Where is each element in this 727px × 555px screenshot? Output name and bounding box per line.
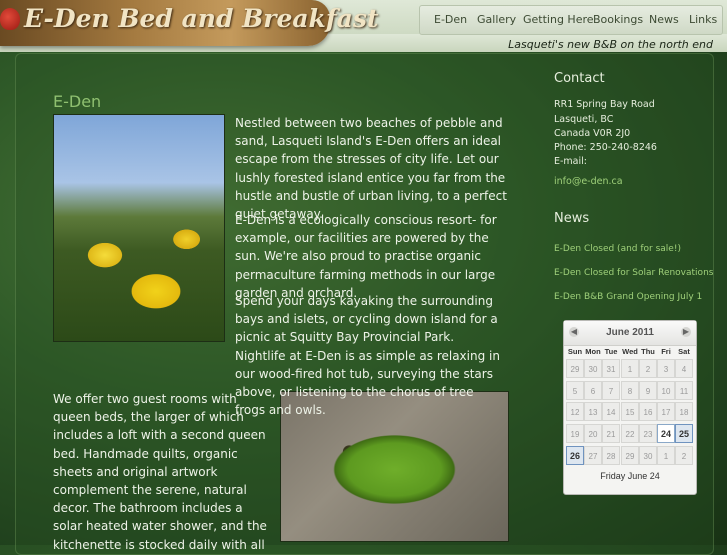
news-heading: News	[554, 211, 590, 226]
day-of-week-label: Sun	[567, 347, 583, 356]
calendar-day[interactable]: 8	[621, 381, 639, 400]
calendar-day[interactable]: 2	[639, 359, 657, 378]
nav-links[interactable]: Links	[689, 13, 717, 26]
calendar-day[interactable]: 22	[621, 424, 639, 443]
site-logo[interactable]: E-Den Bed and Breakfast	[0, 0, 378, 46]
contact-phone: Phone: 250-240-8246	[554, 142, 657, 153]
calendar-header: ◀ June 2011 ▶	[564, 321, 696, 346]
next-month-icon[interactable]: ▶	[681, 327, 691, 337]
calendar-day[interactable]: 11	[675, 381, 693, 400]
daffodil-photo	[53, 114, 225, 342]
calendar-day[interactable]: 21	[602, 424, 620, 443]
calendar-day[interactable]: 31	[602, 359, 620, 378]
calendar-day[interactable]: 16	[639, 402, 657, 421]
strawberry-icon	[0, 8, 20, 30]
contact-address-line: RR1 Spring Bay Road	[554, 99, 655, 110]
calendar-day[interactable]: 29	[621, 446, 639, 465]
calendar-day[interactable]: 3	[657, 359, 675, 378]
contact-address-line: Lasqueti, BC	[554, 114, 614, 125]
day-of-week-label: Fri	[661, 347, 671, 356]
main-nav: E-Den Gallery Getting Here Bookings News…	[419, 5, 723, 35]
calendar-day[interactable]: 28	[602, 446, 620, 465]
contact-email-label: E-mail:	[554, 156, 587, 167]
calendar-day[interactable]: 15	[621, 402, 639, 421]
contact-email-link[interactable]: info@e-den.ca	[554, 176, 623, 187]
calendar-day[interactable]: 26	[566, 446, 584, 465]
calendar-selected-date: Friday June 24	[600, 471, 660, 481]
calendar-day[interactable]: 27	[584, 446, 602, 465]
contact-address-line: Canada V0R 2J0	[554, 128, 631, 139]
rooms-paragraph: We offer two guest rooms with queen beds…	[53, 392, 267, 550]
calendar-day[interactable]: 14	[602, 402, 620, 421]
news-item[interactable]: E-Den Closed (and for sale!)	[554, 244, 681, 254]
calendar-month-title: June 2011	[606, 327, 654, 338]
site-tagline: Lasqueti's new B&B on the north end	[508, 38, 713, 51]
calendar-day[interactable]: 13	[584, 402, 602, 421]
calendar-day[interactable]: 2	[675, 446, 693, 465]
page-title: E-Den	[53, 92, 102, 111]
nav-getting-here[interactable]: Getting Here	[523, 13, 594, 26]
calendar-day[interactable]: 17	[657, 402, 675, 421]
nav-eden[interactable]: E-Den	[434, 13, 467, 26]
calendar-day[interactable]: 10	[657, 381, 675, 400]
intro-paragraph: Nestled between two beaches of pebble an…	[235, 116, 507, 222]
day-of-week-label: Mon	[585, 347, 601, 356]
calendar-day[interactable]: 24	[657, 424, 675, 443]
calendar-day[interactable]: 23	[639, 424, 657, 443]
calendar-day[interactable]: 9	[639, 381, 657, 400]
calendar-day[interactable]: 7	[602, 381, 620, 400]
calendar-day[interactable]: 25	[675, 424, 693, 443]
calendar-day[interactable]: 1	[657, 446, 675, 465]
day-of-week-label: Wed	[622, 347, 638, 356]
calendar-day[interactable]: 30	[639, 446, 657, 465]
calendar-widget: ◀ June 2011 ▶ Friday June 24 Sun Mon Tue We…	[563, 320, 697, 495]
nav-bookings[interactable]: Bookings	[593, 13, 643, 26]
calendar-day[interactable]: 1	[621, 359, 639, 378]
calendar-day[interactable]: 12	[566, 402, 584, 421]
nav-news[interactable]: News	[649, 13, 679, 26]
calendar-day[interactable]: 29	[566, 359, 584, 378]
calendar-day[interactable]: 6	[584, 381, 602, 400]
nav-gallery[interactable]: Gallery	[477, 13, 516, 26]
day-of-week-label: Thu	[641, 347, 655, 356]
logo-text: E-Den Bed and Breakfast	[24, 4, 379, 33]
contact-heading: Contact	[554, 71, 605, 86]
eco-paragraph: E-Den is a ecologically conscious resort…	[235, 213, 497, 300]
news-item[interactable]: E-Den Closed for Solar Renovations	[554, 268, 713, 278]
calendar-day[interactable]: 18	[675, 402, 693, 421]
calendar-day[interactable]: 30	[584, 359, 602, 378]
calendar-day[interactable]: 20	[584, 424, 602, 443]
calendar-day[interactable]: 4	[675, 359, 693, 378]
activities-paragraph: Spend your days kayaking the surrounding…	[235, 294, 500, 418]
news-item[interactable]: E-Den B&B Grand Opening July 1	[554, 292, 702, 302]
calendar-day[interactable]: 5	[566, 381, 584, 400]
calendar-day[interactable]: 19	[566, 424, 584, 443]
day-of-week-label: Sat	[678, 347, 690, 356]
day-of-week-label: Tue	[604, 347, 618, 356]
